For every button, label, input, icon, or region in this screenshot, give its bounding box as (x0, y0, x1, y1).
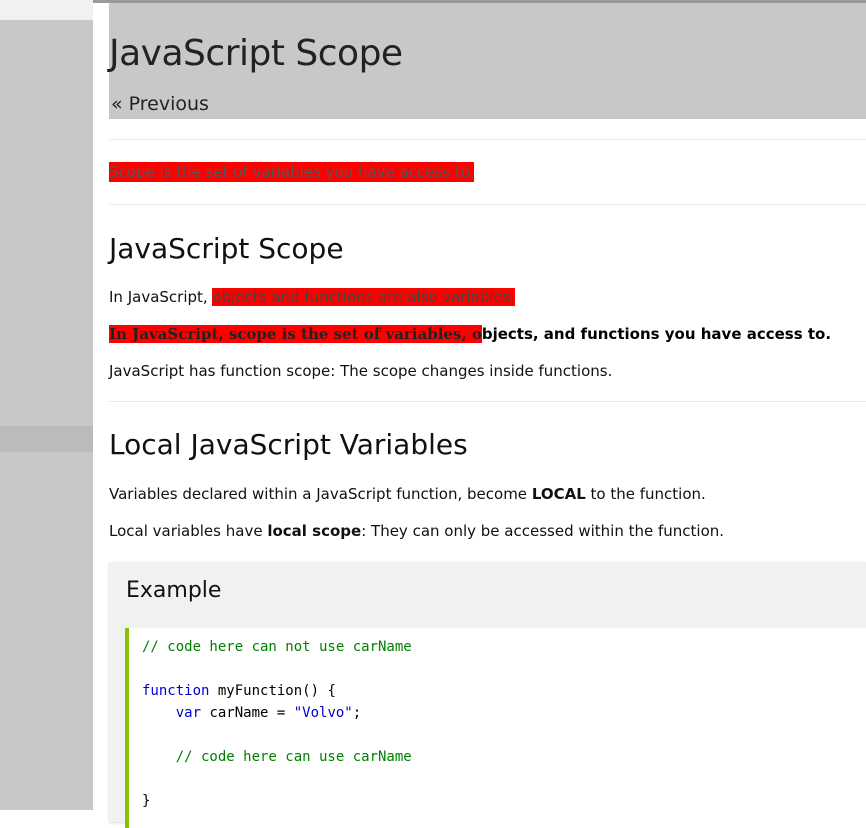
paragraph-text: Variables declared within a JavaScript f… (109, 485, 532, 503)
paragraph-text: In JavaScript, (109, 288, 213, 306)
code-line-function: function myFunction() { (142, 683, 336, 699)
code-line-close: } (142, 793, 151, 809)
example-box: Example // code here can not use carName… (109, 562, 866, 828)
code-text: myFunction() { (209, 683, 336, 699)
paragraph-text: bjects, and functions you have access to… (481, 325, 832, 343)
paragraph-scope-1: In JavaScript, objects and functions are… (109, 287, 516, 307)
section-heading-local: Local JavaScript Variables (109, 428, 468, 461)
divider (109, 401, 866, 402)
code-string: "Volvo" (293, 705, 353, 721)
main-content: JavaScript Scope « Previous Scope is the… (93, 0, 866, 828)
section-heading-scope: JavaScript Scope (109, 232, 344, 265)
code-text: ; (352, 705, 362, 721)
bold-text: LOCAL (531, 485, 586, 503)
title-block: JavaScript Scope « Previous (109, 3, 866, 119)
example-title: Example (126, 578, 222, 603)
paragraph-local-2: Local variables have local scope: They c… (109, 521, 724, 541)
code-keyword: var (175, 705, 202, 721)
intro-text: Scope is the set of variables you have a… (109, 162, 475, 182)
code-comment: // code here can use carName (142, 749, 412, 765)
paragraph-text: : They can only be accessed within the f… (361, 522, 725, 540)
divider (109, 204, 866, 205)
sidebar-mid-band (0, 426, 93, 452)
paragraph-text: Local variables have (109, 522, 268, 540)
paragraph-text: to the function. (585, 485, 706, 503)
left-sidebar (0, 0, 93, 810)
page-title: JavaScript Scope (109, 33, 403, 74)
highlighted-text: objects and functions are also variables… (212, 288, 516, 306)
code-block[interactable]: // code here can not use carName functio… (125, 628, 866, 828)
code-keyword: function (142, 683, 210, 699)
divider (109, 139, 866, 140)
code-text: carName = (201, 705, 294, 721)
code-line-var: var carName = "Volvo"; (142, 705, 361, 721)
paragraph-local-1: Variables declared within a JavaScript f… (109, 484, 706, 504)
sidebar-top-band (0, 0, 93, 20)
paragraph-scope-3: JavaScript has function scope: The scope… (109, 362, 613, 380)
bold-text: local scope (267, 522, 362, 540)
code-comment: // code here can not use carName (142, 639, 412, 655)
paragraph-scope-2: In JavaScript, scope is the set of varia… (109, 324, 831, 344)
top-border (93, 0, 866, 3)
previous-link[interactable]: « Previous (111, 93, 209, 115)
highlighted-text: In JavaScript, scope is the set of varia… (109, 325, 482, 343)
